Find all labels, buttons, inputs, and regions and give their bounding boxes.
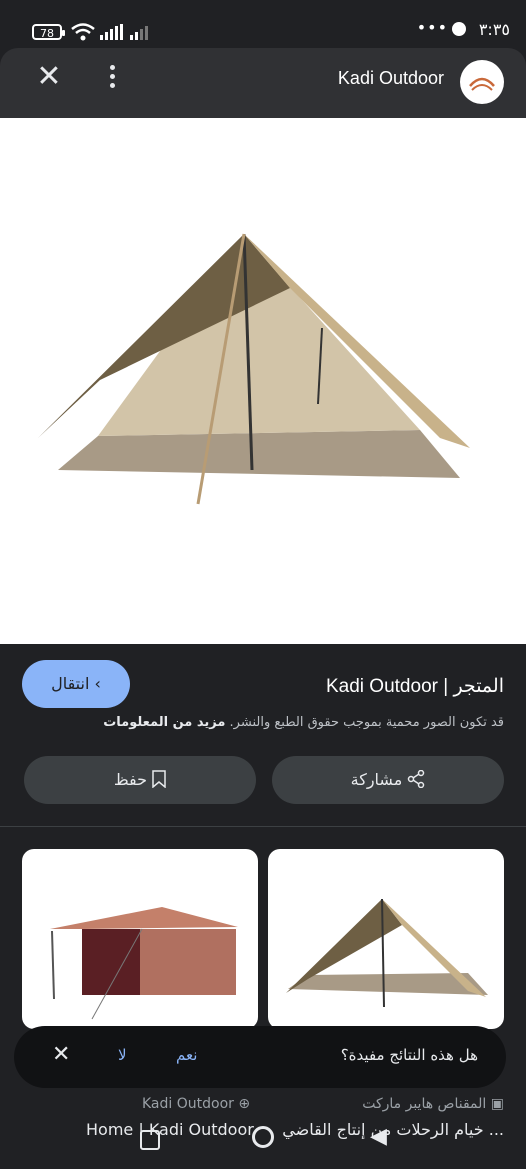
store-title: Kadi Outdoor | المتجر — [326, 676, 504, 697]
result-source-text-2: Kadi Outdoor — [142, 1096, 234, 1112]
feedback-yes-button[interactable]: نعم — [176, 1046, 197, 1064]
tent-thumbnail — [286, 898, 488, 1008]
share-icon — [408, 769, 425, 789]
visit-button[interactable]: انتقال ‹ — [22, 660, 130, 708]
close-icon[interactable]: ✕ — [52, 1042, 70, 1067]
chevron-left-icon: ‹ — [94, 674, 101, 693]
result-source-1[interactable]: المقناص هايبر ماركت ▣ — [362, 1096, 504, 1112]
share-button[interactable]: مشاركة — [272, 756, 504, 804]
visit-label: انتقال — [51, 674, 90, 693]
site-logo[interactable] — [460, 60, 504, 104]
result-source-2[interactable]: Kadi Outdoor ⊕ — [142, 1096, 250, 1112]
home-icon[interactable] — [252, 1126, 274, 1148]
feedback-bar: هل هذه النتائج مفيدة؟ نعم لا ✕ — [14, 1026, 506, 1088]
share-label: مشاركة — [350, 770, 403, 789]
messenger-icon — [452, 22, 466, 36]
notification-dots: ••• — [416, 18, 448, 37]
copyright-notice: قد تكون الصور محمية بموجب حقوق الطبع وال… — [103, 715, 504, 730]
bookmark-icon — [152, 770, 166, 789]
feedback-question: هل هذه النتائج مفيدة؟ — [340, 1046, 478, 1064]
wifi-icon — [71, 23, 95, 41]
save-button[interactable]: حفظ — [24, 756, 256, 804]
site-name[interactable]: Kadi Outdoor — [338, 68, 444, 89]
result-title-1[interactable]: خيام الرحلات من إنتاج القاضي ... — [282, 1120, 504, 1139]
save-label: حفظ — [113, 770, 148, 789]
main-image[interactable] — [0, 118, 526, 644]
close-icon[interactable]: ✕ — [34, 62, 64, 92]
tent-image — [38, 233, 470, 505]
battery-icon: 78 — [32, 24, 65, 40]
divider — [0, 826, 526, 827]
clock: ٣:٣٥ — [478, 20, 510, 39]
related-image-card-2[interactable] — [22, 849, 258, 1029]
feedback-no-button[interactable]: لا — [118, 1046, 127, 1064]
related-image-card[interactable] — [268, 849, 504, 1029]
tent-thumbnail-2 — [50, 907, 238, 1020]
site-favicon-icon: ▣ — [490, 1096, 504, 1112]
copyright-text: قد تكون الصور محمية بموجب حقوق الطبع وال… — [229, 715, 504, 730]
signal-icon — [100, 24, 123, 40]
more-options-icon[interactable] — [100, 62, 124, 92]
globe-icon: ⊕ — [238, 1096, 251, 1112]
viewer-header: ✕ Kadi Outdoor — [0, 48, 526, 118]
result-source-text: المقناص هايبر ماركت — [362, 1096, 487, 1112]
more-info-link[interactable]: مزيد من المعلومات — [103, 715, 225, 730]
result-title-2[interactable]: Home | Kadi Outdoor — [86, 1120, 254, 1139]
recent-apps-icon[interactable] — [140, 1130, 160, 1150]
back-icon[interactable]: ◀ — [370, 1124, 387, 1149]
status-bar: 78 ••• ٣:٣٥ — [0, 0, 526, 48]
signal-icon-2 — [130, 26, 148, 40]
